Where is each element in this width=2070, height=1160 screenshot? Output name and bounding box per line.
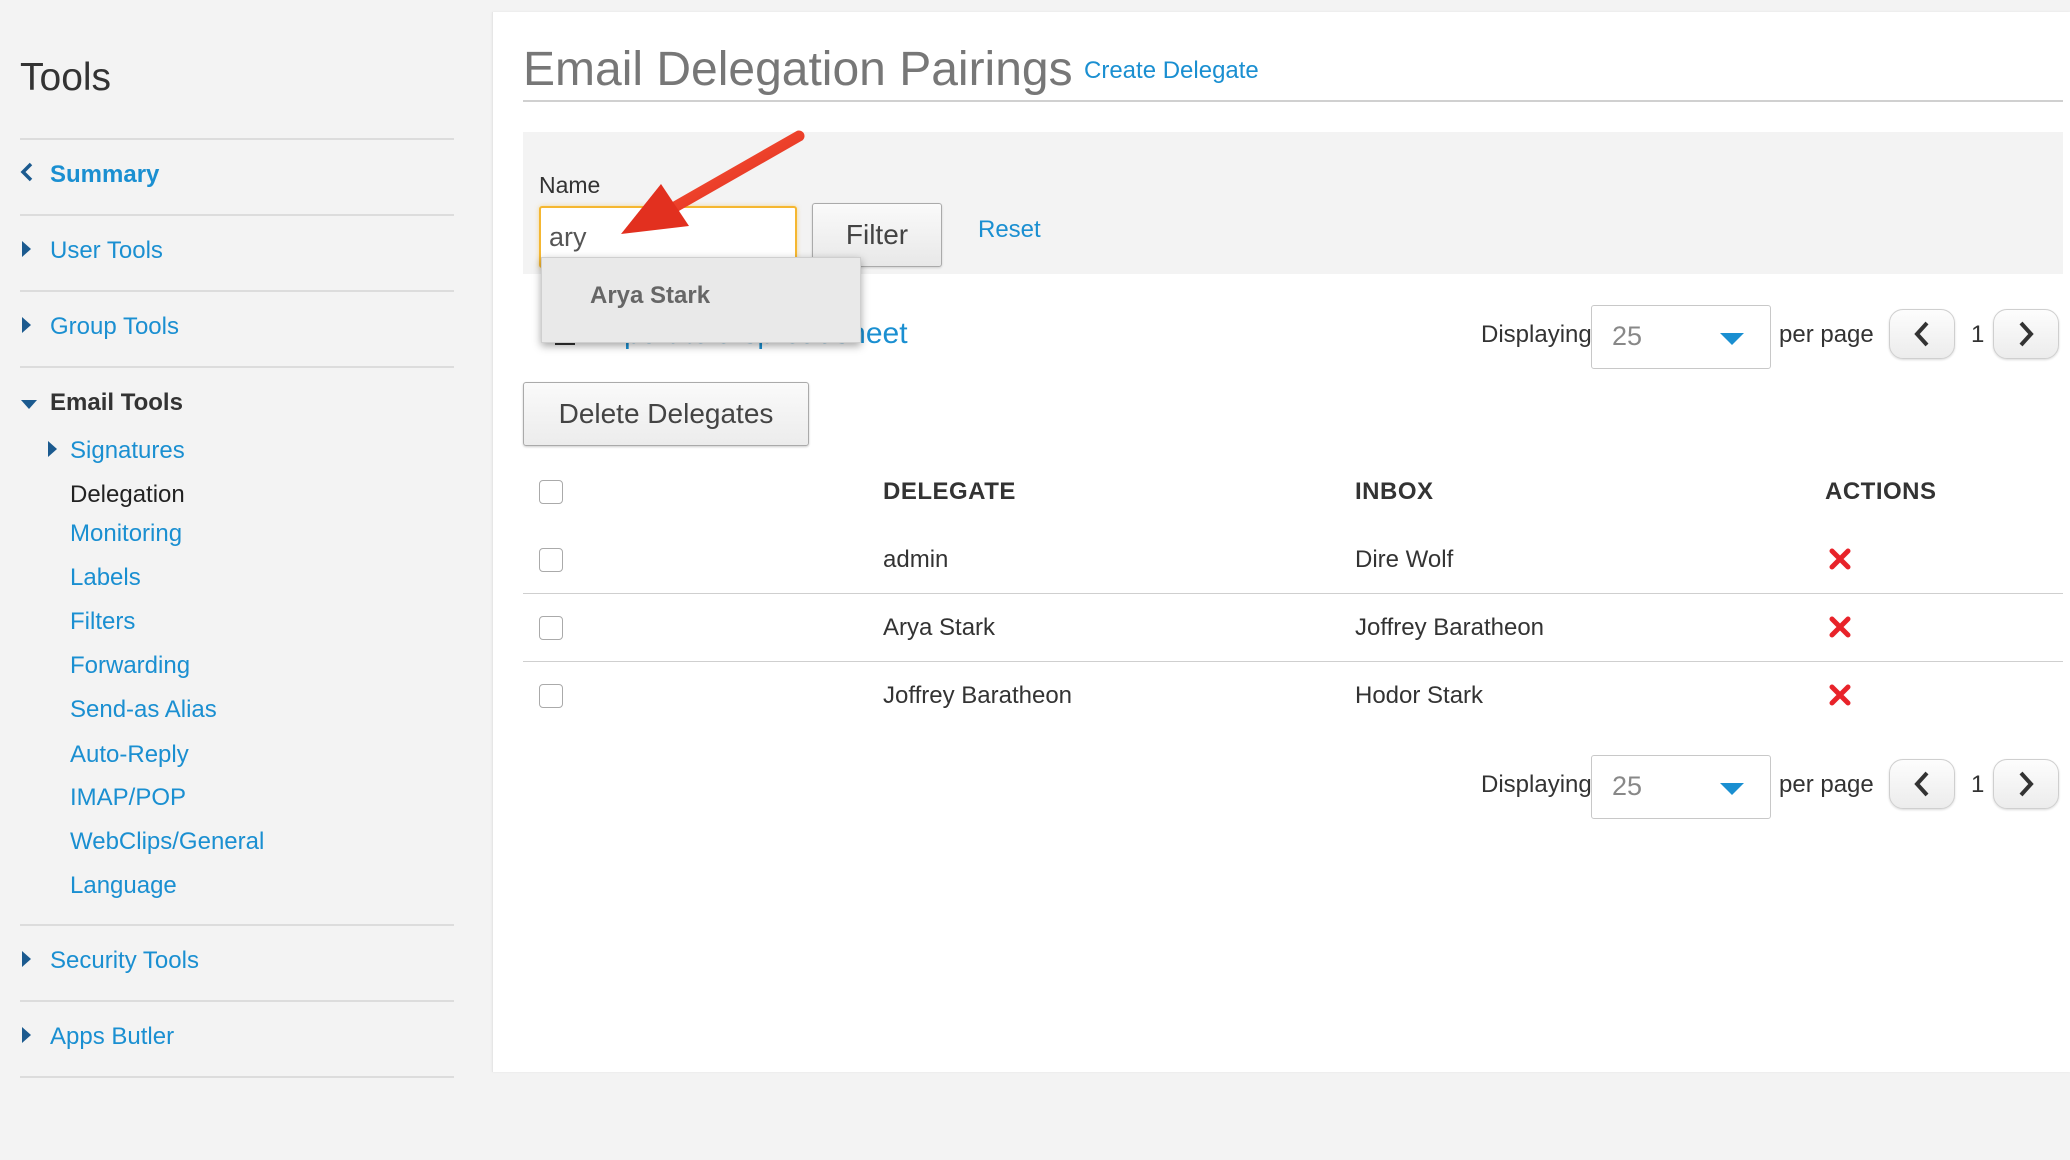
caret-down-icon <box>1720 783 1744 795</box>
sidebar-subitem-auto-reply[interactable]: Auto-Reply <box>70 735 189 775</box>
sidebar-subitem-delegation: Delegation <box>70 481 185 508</box>
sidebar-subitem-label: Signatures <box>70 437 185 464</box>
sidebar-divider <box>20 214 454 216</box>
triangle-right-icon <box>20 947 50 975</box>
pagination-top: Displaying 25 per page 1 <box>1481 305 2059 369</box>
prev-page-button[interactable] <box>1889 759 1955 809</box>
name-label: Name <box>539 172 601 198</box>
triangle-right-icon <box>46 437 70 465</box>
sidebar-item-label: User Tools <box>50 237 163 264</box>
per-page-value: 25 <box>1612 321 1643 351</box>
annotation-arrow-icon <box>621 130 805 234</box>
sidebar-item-label: Summary <box>50 161 160 188</box>
pagination-bottom: Displaying 25 per page 1 <box>1481 755 2059 819</box>
sidebar-item-label: Email Tools <box>50 389 183 416</box>
displaying-label: Displaying <box>1481 321 1592 348</box>
column-header-actions: ACTIONS <box>1825 478 1937 505</box>
row-checkbox[interactable] <box>539 548 563 572</box>
sidebar-item-label: Security Tools <box>50 947 199 974</box>
inbox-cell: Dire Wolf <box>1355 546 1454 573</box>
table-row: Arya Stark Joffrey Baratheon <box>523 594 2063 662</box>
sidebar-subitem-forwarding[interactable]: Forwarding <box>70 646 190 686</box>
next-page-button[interactable] <box>1993 309 2059 359</box>
delete-x-icon[interactable] <box>1825 612 1855 642</box>
per-page-select[interactable]: 25 <box>1591 305 1771 369</box>
column-header-inbox: INBOX <box>1355 478 1434 505</box>
displaying-label: Displaying <box>1481 771 1592 798</box>
per-page-label: per page <box>1779 321 1874 348</box>
sidebar-divider <box>20 138 454 140</box>
sidebar-item-apps-butler[interactable]: Apps Butler <box>20 1017 174 1057</box>
per-page-value: 25 <box>1612 771 1643 801</box>
sidebar-divider <box>20 366 454 368</box>
autocomplete-option[interactable]: Arya Stark <box>590 282 710 310</box>
sidebar-subitem-monitoring[interactable]: Monitoring <box>70 514 182 554</box>
sidebar-item-user-tools[interactable]: User Tools <box>20 231 163 271</box>
row-checkbox[interactable] <box>539 616 563 640</box>
sidebar-divider <box>20 1076 454 1078</box>
sidebar-item-summary[interactable]: Summary <box>20 155 159 195</box>
chevron-left-icon <box>1914 321 1929 347</box>
sidebar-item-label: Group Tools <box>50 313 179 340</box>
sidebar-item-label: Apps Butler <box>50 1023 175 1050</box>
prev-page-button[interactable] <box>1889 309 1955 359</box>
sidebar-item-security-tools[interactable]: Security Tools <box>20 941 199 981</box>
sidebar-divider <box>20 1000 454 1002</box>
sidebar-subitem-labels[interactable]: Labels <box>70 558 141 598</box>
chevron-left-icon <box>1914 771 1929 797</box>
triangle-right-icon <box>20 237 50 265</box>
current-page: 1 <box>1971 771 1985 798</box>
table-row: admin Dire Wolf <box>523 526 2063 594</box>
delete-x-icon[interactable] <box>1825 544 1855 574</box>
triangle-right-icon <box>20 313 50 341</box>
delete-delegates-button[interactable]: Delete Delegates <box>523 382 809 446</box>
reset-link[interactable]: Reset <box>978 216 1041 244</box>
inbox-cell: Hodor Stark <box>1355 682 1484 709</box>
table-row: Joffrey Baratheon Hodor Stark <box>523 662 2063 730</box>
row-checkbox[interactable] <box>539 684 563 708</box>
title-divider <box>523 100 2063 102</box>
current-page: 1 <box>1971 321 1985 348</box>
table-header-row: DELEGATE INBOX ACTIONS <box>523 458 2063 526</box>
sidebar-title: Tools <box>20 56 112 99</box>
next-page-button[interactable] <box>1993 759 2059 809</box>
sidebar-divider <box>20 290 454 292</box>
sidebar-subitem-imap-pop[interactable]: IMAP/POP <box>70 778 186 818</box>
sidebar-divider <box>20 924 454 926</box>
per-page-select[interactable]: 25 <box>1591 755 1771 819</box>
autocomplete-dropdown: Arya Stark <box>541 257 861 343</box>
sidebar-item-group-tools[interactable]: Group Tools <box>20 307 179 347</box>
sidebar-subitem-webclips-general[interactable]: WebClips/General <box>70 822 264 862</box>
column-header-delegate: DELEGATE <box>883 478 1016 505</box>
delete-x-icon[interactable] <box>1825 680 1855 710</box>
chevron-right-icon <box>2019 321 2034 347</box>
sidebar-subitem-signatures[interactable]: Signatures <box>46 431 185 471</box>
delegate-cell: admin <box>883 546 949 573</box>
sidebar-subitem-language[interactable]: Language <box>70 866 177 906</box>
chevron-left-icon <box>20 161 50 189</box>
sidebar-subitem-send-as-alias[interactable]: Send-as Alias <box>70 690 217 730</box>
inbox-cell: Joffrey Baratheon <box>1355 614 1545 641</box>
delegate-cell: Joffrey Baratheon <box>883 682 1073 709</box>
main-panel: Email Delegation Pairings Create Delegat… <box>492 12 2070 1072</box>
triangle-down-icon <box>20 389 50 417</box>
sidebar-subitem-filters[interactable]: Filters <box>70 602 135 642</box>
create-delegate-link[interactable]: Create Delegate <box>1084 57 1259 85</box>
triangle-right-icon <box>20 1023 50 1051</box>
caret-down-icon <box>1720 333 1744 345</box>
chevron-right-icon <box>2019 771 2034 797</box>
delegates-table: DELEGATE INBOX ACTIONS admin Dire Wolf A… <box>523 458 2063 730</box>
delegate-cell: Arya Stark <box>883 614 996 641</box>
sidebar-item-email-tools[interactable]: Email Tools <box>20 383 183 423</box>
page-title: Email Delegation Pairings <box>523 43 1073 96</box>
per-page-label: per page <box>1779 771 1874 798</box>
select-all-checkbox[interactable] <box>539 480 563 504</box>
